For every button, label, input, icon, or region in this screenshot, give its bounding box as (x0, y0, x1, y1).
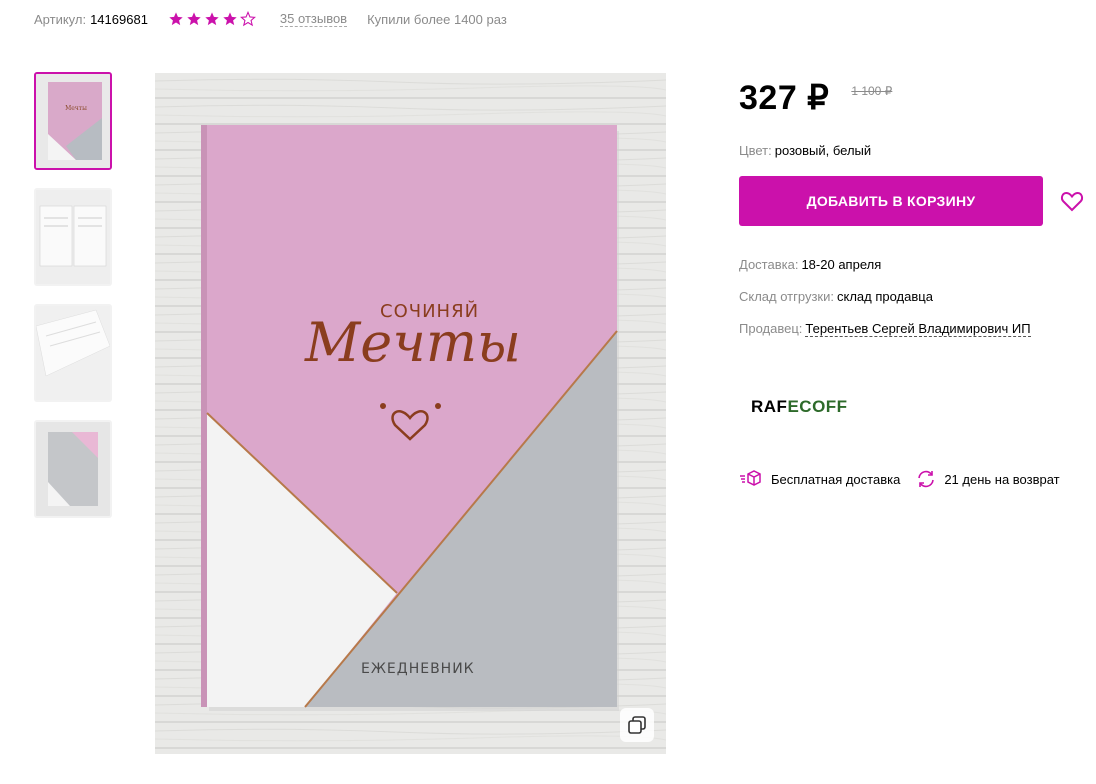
product-main-image[interactable]: СОЧИНЯЙ Мечты ЕЖЕДНЕВНИК (155, 73, 666, 754)
reviews-link[interactable]: 35 отзывов (279, 11, 348, 27)
color-label: Цвет: (739, 143, 772, 158)
return-arrows-icon (918, 470, 935, 488)
warehouse-value: склад продавца (836, 289, 933, 304)
current-price: 327 ₽ (739, 79, 830, 117)
heart-icon[interactable] (1060, 190, 1084, 212)
zoom-button[interactable] (620, 708, 654, 742)
star-empty-icon (239, 11, 256, 27)
brand-part1: RAF (751, 397, 788, 416)
article-label: Артикул: (34, 11, 87, 27)
delivery-value: 18-20 апреля (801, 257, 882, 272)
thumbnail-pages[interactable] (34, 304, 112, 402)
cover-bottom-text: ЕЖЕДНЕВНИК (361, 661, 475, 677)
price-block: 327 ₽ 1 100 ₽ (739, 78, 892, 118)
bought-count: Купили более 1400 раз (367, 11, 507, 27)
color-info: Цвет: розовый, белый (739, 143, 871, 158)
box-delivery-icon (740, 470, 761, 486)
free-delivery-label: Бесплатная доставка (771, 471, 901, 487)
warehouse-label: Склад отгрузки: (739, 289, 834, 304)
svg-text:Мечты: Мечты (65, 105, 87, 112)
star-filled-icon (223, 12, 237, 26)
cover-script-text: Мечты (305, 311, 522, 374)
free-delivery-feature: Бесплатная доставка (739, 470, 900, 488)
old-price: 1 100 ₽ (851, 84, 893, 98)
notebook-illustration (155, 73, 666, 754)
seller-label: Продавец: (739, 321, 803, 336)
article-value: 14169681 (90, 11, 148, 27)
thumbnail-spread[interactable] (34, 188, 112, 286)
brand-part2: ECOFF (787, 397, 848, 416)
brand-logo[interactable]: RAFECOFF (751, 397, 848, 417)
star-filled-icon (169, 12, 183, 26)
rating-stars[interactable] (168, 11, 256, 27)
warehouse-info: Склад отгрузки: склад продавца (739, 289, 933, 304)
copy-icon (628, 716, 646, 734)
add-to-cart-button[interactable]: ДОБАВИТЬ В КОРЗИНУ (739, 176, 1043, 226)
thumbnail-gallery: Мечты (34, 72, 114, 536)
thumbnail-closed[interactable] (34, 420, 112, 518)
color-value: розовый, белый (774, 143, 872, 158)
delivery-info: Доставка: 18-20 апреля (739, 257, 881, 272)
product-meta-bar: Артикул: 14169681 35 отзывов Купили боле… (34, 10, 507, 28)
delivery-label: Доставка: (739, 257, 799, 272)
returns-label: 21 день на возврат (944, 471, 1060, 487)
seller-link[interactable]: Терентьев Сергей Владимирович ИП (805, 321, 1031, 337)
features-row: Бесплатная доставка 21 день на возврат (739, 470, 1060, 488)
star-filled-icon (205, 12, 219, 26)
thumbnail-cover[interactable]: Мечты (34, 72, 112, 170)
returns-feature: 21 день на возврат (916, 470, 1060, 488)
seller-info: Продавец: Терентьев Сергей Владимирович И… (739, 321, 1031, 337)
star-filled-icon (187, 12, 201, 26)
